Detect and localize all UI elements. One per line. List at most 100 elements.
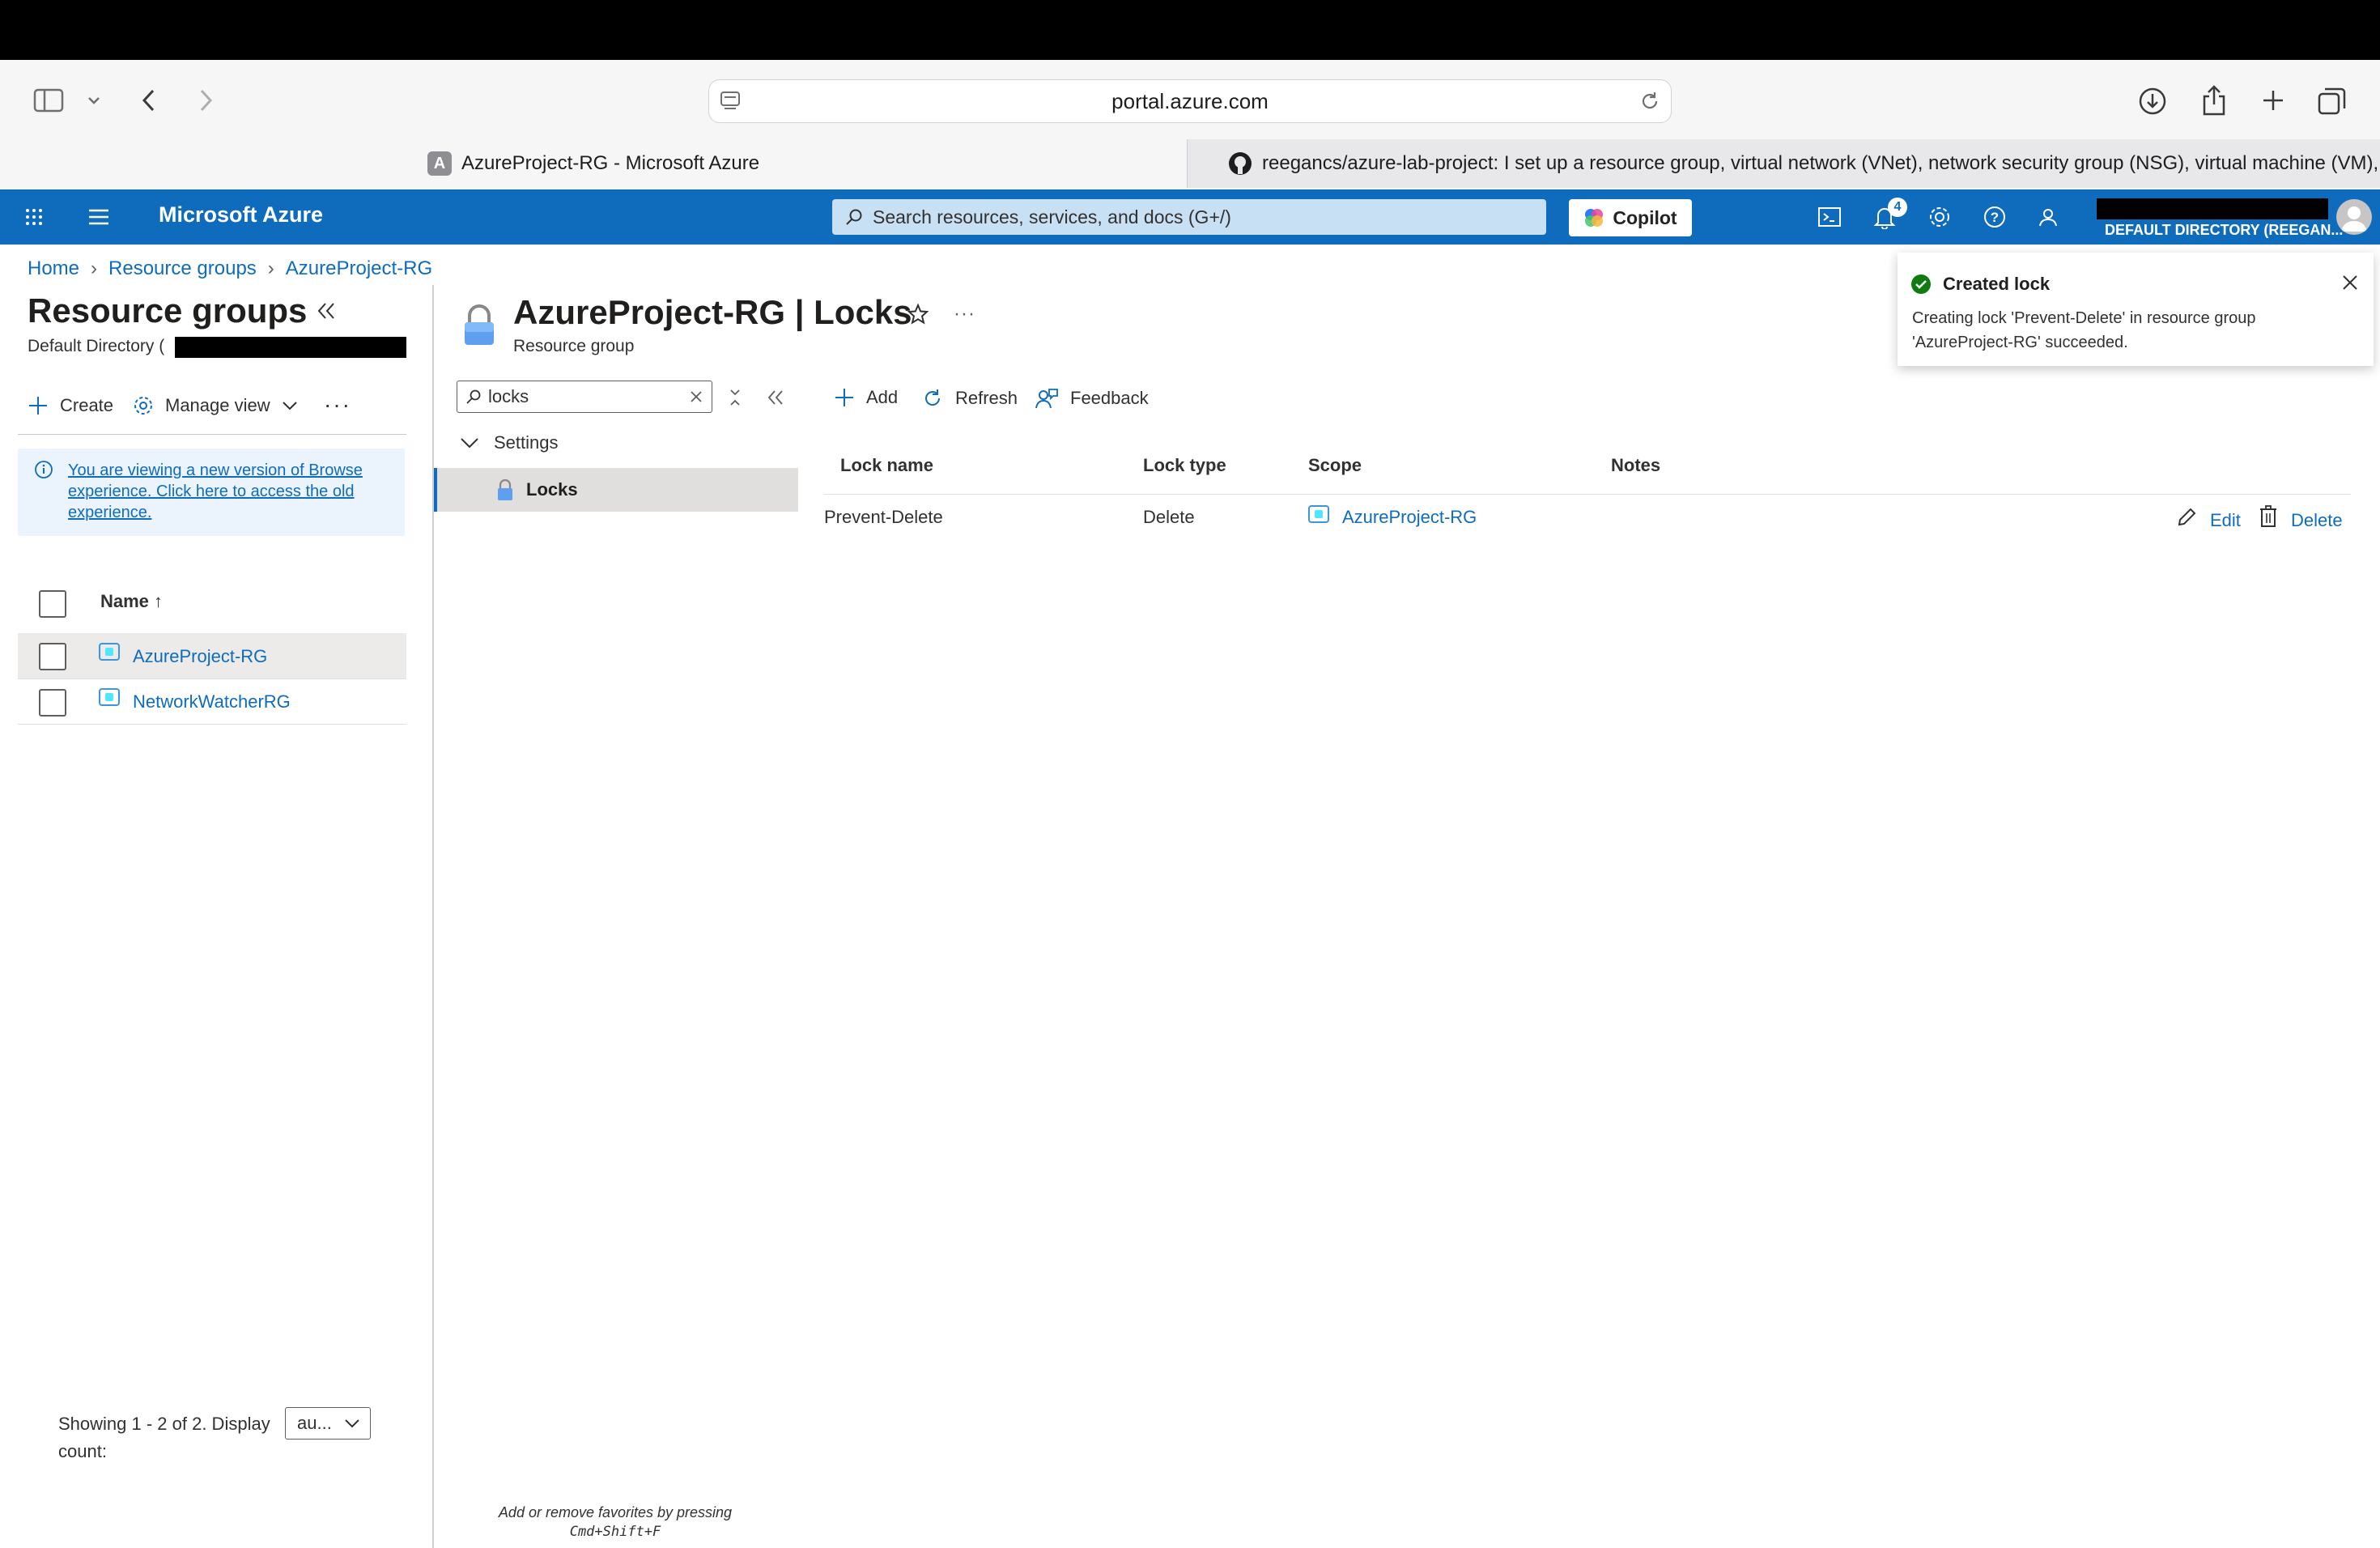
close-icon[interactable] — [2341, 274, 2359, 291]
collapse-menu-icon[interactable] — [766, 389, 785, 410]
display-count-value: au... — [297, 1413, 332, 1433]
toast-notification[interactable]: Created lock Creating lock 'Prevent-Dele… — [1898, 253, 2374, 366]
tab-title: AzureProject-RG - Microsoft Azure — [461, 152, 760, 174]
resource-group-icon — [1308, 505, 1329, 527]
delete-lock-button[interactable]: Delete — [2259, 502, 2343, 531]
avatar[interactable] — [2336, 199, 2372, 235]
global-search-input[interactable]: Search resources, services, and docs (G+… — [832, 199, 1546, 235]
refresh-icon — [921, 387, 944, 410]
favorites-hint: Add or remove favorites by pressing Cmd+… — [453, 1503, 777, 1542]
downloads-icon[interactable] — [2136, 84, 2170, 118]
tab-title: reegancs/azure-lab-project: I set up a r… — [1262, 152, 2380, 174]
top-black-bar — [0, 0, 2380, 60]
column-header-scope[interactable]: Scope — [1308, 455, 1362, 476]
plus-icon — [834, 387, 855, 408]
success-check-icon — [1910, 274, 1932, 295]
manage-view-button[interactable]: Manage view — [133, 395, 298, 416]
breadcrumb-current[interactable]: AzureProject-RG — [286, 257, 432, 280]
more-options-icon[interactable]: ··· — [324, 392, 351, 418]
collapse-groups-icon[interactable] — [727, 389, 743, 410]
page-settings-icon[interactable] — [719, 90, 742, 118]
more-actions-icon[interactable]: ··· — [954, 303, 975, 325]
pencil-icon — [2176, 507, 2197, 528]
column-header-notes[interactable]: Notes — [1611, 455, 1660, 476]
lock-type-cell: Delete — [1143, 507, 1195, 527]
resource-group-icon — [99, 688, 120, 710]
resource-group-link[interactable]: AzureProject-RG — [133, 646, 267, 667]
breadcrumb: Home › Resource groups › AzureProject-RG — [28, 257, 432, 280]
redacted-directory — [175, 337, 406, 358]
redacted-account-name — [2097, 198, 2328, 219]
edit-lock-button[interactable]: Edit — [2176, 504, 2241, 531]
notifications-icon[interactable]: 4 — [1867, 198, 1907, 233]
resource-group-link[interactable]: NetworkWatcherRG — [133, 691, 291, 712]
app-launcher-icon[interactable] — [16, 201, 52, 233]
select-all-checkbox[interactable] — [39, 590, 66, 618]
directory-label[interactable]: DEFAULT DIRECTORY (REEGAN... — [2105, 222, 2343, 239]
delete-label: Delete — [2291, 510, 2343, 530]
menu-group-settings[interactable]: Settings — [460, 432, 559, 453]
help-icon[interactable]: ? — [1977, 201, 2012, 233]
tab-overview-icon[interactable] — [2315, 84, 2349, 118]
azure-brand[interactable]: Microsoft Azure — [159, 202, 323, 228]
sidebar-toggle-icon[interactable] — [31, 84, 66, 117]
create-label: Create — [60, 395, 114, 415]
chevron-down-icon — [460, 437, 479, 449]
favorite-star-icon[interactable] — [907, 303, 929, 330]
favorites-hint-line1: Add or remove favorites by pressing — [498, 1504, 733, 1520]
toast-message: Creating lock 'Prevent-Delete' in resour… — [1912, 309, 2256, 351]
collapse-panel-icon[interactable] — [316, 301, 337, 325]
search-icon — [845, 208, 863, 226]
display-count-select[interactable]: au... — [285, 1407, 371, 1440]
create-button[interactable]: Create — [28, 395, 113, 416]
column-header-lock-type[interactable]: Lock type — [1143, 455, 1226, 476]
breadcrumb-separator-icon: › — [91, 257, 98, 279]
cloud-shell-icon[interactable] — [1812, 201, 1847, 233]
scope-link[interactable]: AzureProject-RG — [1342, 507, 1477, 528]
chevron-down-icon — [344, 1418, 360, 1428]
left-panel-subtitle: Default Directory ( — [28, 337, 165, 355]
feedback-icon — [1035, 387, 1059, 410]
chevron-down-icon — [282, 401, 298, 410]
feedback-icon[interactable] — [2030, 201, 2066, 233]
feedback-button[interactable]: Feedback — [1035, 387, 1149, 410]
column-header-lock-name[interactable]: Lock name — [840, 455, 933, 476]
column-header-name[interactable]: Name ↑ — [100, 591, 163, 612]
back-icon[interactable] — [136, 84, 160, 117]
search-icon — [465, 389, 482, 405]
menu-group-label: Settings — [494, 432, 559, 453]
menu-item-label: Locks — [526, 479, 578, 500]
left-panel-title: Resource groups — [28, 291, 308, 330]
info-banner-link[interactable]: You are viewing a new version of Browse … — [68, 460, 392, 523]
menu-search-input[interactable]: locks — [457, 381, 712, 413]
settings-gear-icon[interactable] — [1922, 201, 1957, 233]
row-checkbox[interactable] — [39, 643, 66, 670]
header-divider — [824, 494, 2351, 495]
breadcrumb-home[interactable]: Home — [28, 257, 79, 280]
lock-name-cell: Prevent-Delete — [824, 507, 943, 527]
chevron-down-icon[interactable] — [84, 91, 104, 110]
notification-badge: 4 — [1888, 198, 1907, 217]
breadcrumb-resource-groups[interactable]: Resource groups — [108, 257, 257, 280]
tab-github[interactable]: reegancs/azure-lab-project: I set up a r… — [1187, 139, 2380, 188]
trash-icon — [2259, 505, 2278, 528]
copilot-icon — [1583, 207, 1604, 228]
copilot-button[interactable]: Copilot — [1569, 199, 1692, 236]
add-lock-button[interactable]: Add — [834, 387, 898, 408]
menu-item-locks[interactable]: Locks — [434, 468, 798, 512]
address-bar[interactable]: portal.azure.com — [708, 79, 1672, 123]
lock-icon — [460, 303, 499, 352]
svg-text:?: ? — [1991, 210, 1999, 225]
row-checkbox[interactable] — [39, 689, 66, 717]
hamburger-menu-icon[interactable] — [81, 201, 117, 233]
tab-azure-portal[interactable]: A AzureProject-RG - Microsoft Azure — [0, 139, 1187, 188]
share-icon[interactable] — [2197, 81, 2231, 118]
info-icon — [34, 460, 53, 483]
forward-icon[interactable] — [194, 84, 219, 117]
refresh-button[interactable]: Refresh — [921, 387, 1018, 410]
reload-icon[interactable] — [1638, 90, 1661, 118]
divider — [18, 434, 406, 435]
new-tab-icon[interactable] — [2257, 84, 2289, 117]
url-text: portal.azure.com — [1111, 88, 1269, 113]
clear-search-icon[interactable] — [689, 389, 703, 404]
